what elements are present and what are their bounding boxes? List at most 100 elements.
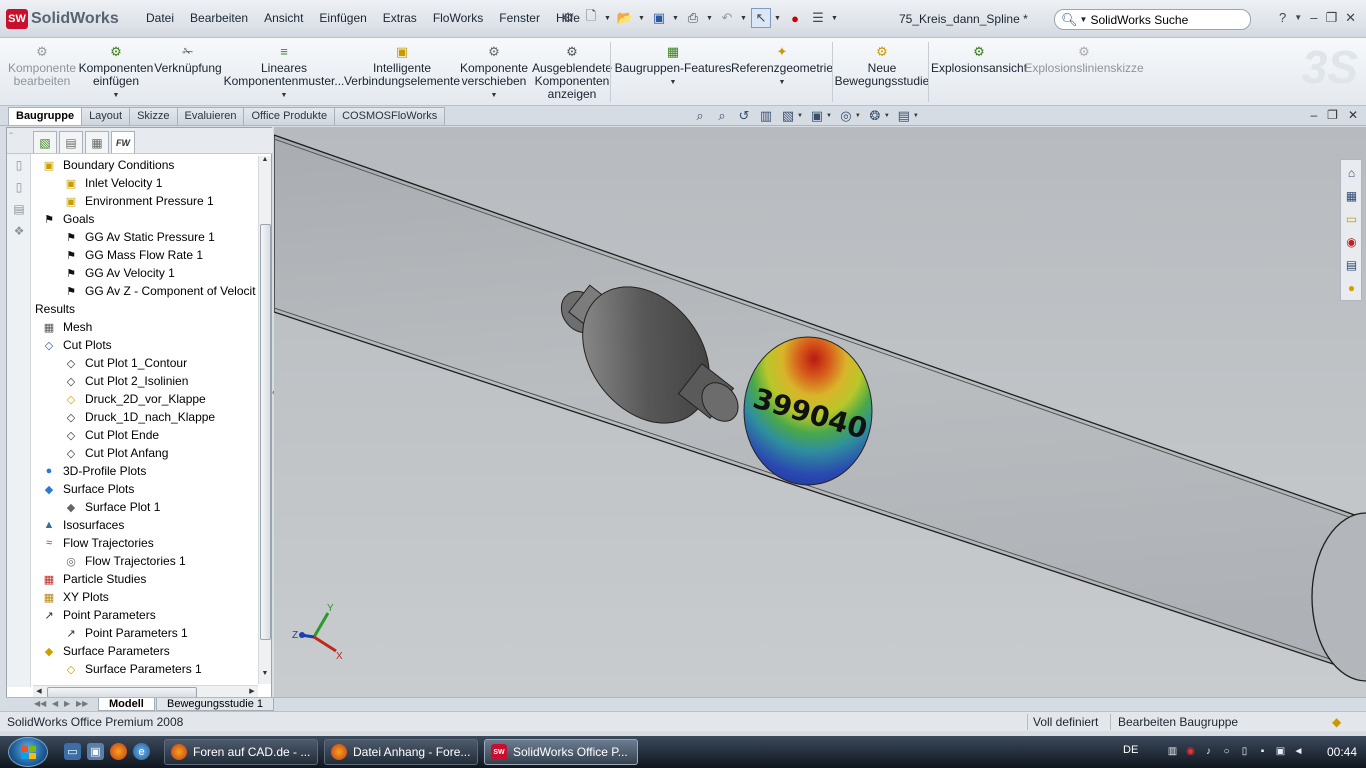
taskbar-clock[interactable]: 00:44	[1327, 745, 1357, 759]
tray-network-icon[interactable]: ▥	[1166, 744, 1179, 759]
appearance-dropdown-icon[interactable]: ▼	[884, 113, 890, 119]
search-results-icon[interactable]: ◉	[1342, 231, 1361, 252]
tray-sync-icon[interactable]: ○	[1220, 744, 1233, 759]
tab-office-produkte[interactable]: Office Produkte	[243, 107, 336, 125]
tray-volume-icon[interactable]: ♪	[1202, 744, 1215, 759]
restore-icon[interactable]: ❐	[1325, 10, 1337, 26]
tree-item[interactable]: ◇ Cut Plot 1_Contour	[63, 354, 187, 372]
options-dropdown-arrow-icon[interactable]: ▼	[831, 15, 839, 22]
design-library-icon[interactable]: ▦	[1342, 185, 1361, 206]
tree-item[interactable]: ◎ Flow Trajectories 1	[63, 552, 186, 570]
view-settings-icon[interactable]: ▤	[896, 108, 912, 124]
menu-extras[interactable]: Extras	[375, 11, 425, 25]
tree-item[interactable]: ◇ Cut Plot Anfang	[63, 444, 169, 462]
search-box[interactable]: 🔍︎ ▼	[1054, 9, 1251, 30]
tab-modell[interactable]: Modell	[98, 698, 155, 711]
doc-close-icon[interactable]: ✕	[1348, 108, 1358, 122]
cmd-motion-study-button[interactable]: ⚙ Neue Bewegungsstudie	[834, 42, 930, 88]
tray-battery-icon[interactable]: ▯	[1238, 744, 1251, 759]
tree-item[interactable]: ↗ Point Parameters	[41, 606, 155, 624]
edit-appearance-icon[interactable]: ❂	[867, 108, 883, 124]
property-manager-tab-icon[interactable]: ▤	[59, 131, 83, 153]
input-language[interactable]: DE	[1123, 744, 1138, 756]
last-tab-icon[interactable]: ▶▶	[76, 699, 88, 708]
show-desktop-icon[interactable]: ▭	[64, 743, 81, 760]
switch-windows-icon[interactable]: ▣	[87, 743, 104, 760]
tree-item[interactable]: ◇ Cut Plot Ende	[63, 426, 159, 444]
save-icon[interactable]: ▣	[649, 8, 669, 28]
view-settings-dropdown-icon[interactable]: ▼	[913, 113, 919, 119]
pin-icon[interactable]: ⚙	[558, 8, 578, 28]
tree-item[interactable]: ◆ Surface Plot 1	[63, 498, 161, 516]
tray-safely-remove-icon[interactable]: ▪	[1256, 744, 1269, 759]
rebuild-traffic-light-icon[interactable]: ●	[785, 8, 805, 28]
zoom-to-fit-icon[interactable]: ⌕	[692, 108, 708, 124]
tree-item[interactable]: ◇ Surface Parameters 1	[63, 660, 202, 678]
select-cursor-icon[interactable]: ↖	[751, 8, 771, 28]
first-tab-icon[interactable]: ◀◀	[34, 699, 46, 708]
menu-fenster[interactable]: Fenster	[491, 11, 548, 25]
view-orientation-icon[interactable]: ▧	[780, 108, 796, 124]
graphics-area[interactable]: 399040 Y X Z ⌂ ▦ ▭ ◉ ▤ ●	[274, 127, 1366, 697]
cmd-move-component-button[interactable]: ⚙ Komponente verschieben ▼	[458, 42, 530, 102]
display-style-icon[interactable]: ▣	[809, 108, 825, 124]
tab-skizze[interactable]: Skizze	[129, 107, 178, 125]
options-icon[interactable]: ☰	[808, 8, 828, 28]
status-tag-icon[interactable]: ◆	[1332, 715, 1341, 729]
dropdown-arrow-icon[interactable]: ▼	[281, 89, 288, 102]
solidworks-logo[interactable]: SW SolidWorks	[6, 8, 119, 30]
tree-item[interactable]: ◇ Cut Plots	[41, 336, 112, 354]
tab-bewegungsstudie[interactable]: Bewegungsstudie 1	[156, 698, 275, 711]
tree-item[interactable]: ▣ Environment Pressure 1	[63, 192, 214, 210]
tree-item[interactable]: ↗ Point Parameters 1	[63, 624, 187, 642]
dropdown-arrow-icon[interactable]: ▼	[670, 76, 677, 89]
open-folder-icon[interactable]: 📂	[615, 8, 635, 28]
tree-item[interactable]: ⚑ Goals	[41, 210, 94, 228]
tree-item[interactable]: ▦ XY Plots	[41, 588, 109, 606]
cmd-reference-geometry-button[interactable]: ✦ Referenzgeometrie ▼	[730, 42, 834, 89]
side-tool-4-icon[interactable]: ❖	[7, 220, 31, 242]
tree-item[interactable]: ⚑ GG Av Z - Component of Velocit	[63, 282, 255, 300]
previous-view-icon[interactable]: ↺	[736, 108, 752, 124]
new-dropdown-arrow-icon[interactable]: ▼	[604, 15, 612, 22]
start-button[interactable]	[8, 737, 48, 767]
print-icon[interactable]: ⎙	[683, 8, 703, 28]
cmd-insert-components-button[interactable]: ⚙ Komponenten einfügen ▼	[76, 42, 156, 102]
menu-ansicht[interactable]: Ansicht	[256, 11, 311, 25]
cmd-mate-button[interactable]: ✁ Verknüpfung	[154, 42, 222, 75]
help-dropdown-arrow-icon[interactable]: ▼	[1294, 13, 1302, 26]
section-view-icon[interactable]: ▥	[758, 108, 774, 124]
new-document-icon[interactable]: 🗋	[581, 8, 601, 28]
tree-item[interactable]: ▦ Particle Studies	[41, 570, 147, 588]
tab-evaluieren[interactable]: Evaluieren	[176, 107, 245, 125]
side-tool-1-icon[interactable]: ▯	[7, 154, 31, 176]
vertical-scroll-thumb[interactable]	[260, 224, 271, 640]
zoom-to-area-icon[interactable]: ⌕	[714, 108, 730, 124]
feature-manager-tab-icon[interactable]: ▧	[33, 131, 57, 153]
help-icon[interactable]: ?	[1279, 10, 1286, 26]
hide-show-dropdown-icon[interactable]: ▼	[855, 113, 861, 119]
tab-baugruppe[interactable]: Baugruppe	[8, 107, 83, 125]
tab-layout[interactable]: Layout	[81, 107, 131, 125]
tab-cosmosfloworks[interactable]: COSMOSFloWorks	[334, 107, 446, 125]
file-explorer-icon[interactable]: ▭	[1342, 208, 1361, 229]
tree-item[interactable]: ⚑ GG Av Static Pressure 1	[63, 228, 215, 246]
side-tool-3-icon[interactable]: ▤	[7, 198, 31, 220]
floworks-analysis-tree-tab-icon[interactable]: FW	[111, 131, 135, 153]
print-dropdown-arrow-icon[interactable]: ▼	[706, 15, 714, 22]
tree-item[interactable]: ≈ Flow Trajectories	[41, 534, 154, 552]
tree-item[interactable]: ▦ Mesh	[41, 318, 93, 336]
tree-item[interactable]: ◇ Druck_1D_nach_Klappe	[63, 408, 215, 426]
tree-item[interactable]: ◆ Surface Parameters	[41, 642, 170, 660]
hide-show-items-icon[interactable]: ◎	[838, 108, 854, 124]
scroll-up-icon[interactable]: ▲	[259, 156, 271, 170]
taskbar-item[interactable]: Datei Anhang - Fore...	[324, 739, 478, 765]
appearances-icon[interactable]: ●	[1342, 277, 1361, 298]
tree-item[interactable]: ⚑ GG Av Velocity 1	[63, 264, 175, 282]
search-input[interactable]	[1090, 12, 1250, 27]
doc-minimize-icon[interactable]: –	[1310, 108, 1317, 122]
dropdown-arrow-icon[interactable]: ▼	[779, 76, 786, 89]
open-dropdown-arrow-icon[interactable]: ▼	[638, 15, 646, 22]
configuration-manager-tab-icon[interactable]: ▦	[85, 131, 109, 153]
taskbar-item[interactable]: Foren auf CAD.de - ...	[164, 739, 318, 765]
